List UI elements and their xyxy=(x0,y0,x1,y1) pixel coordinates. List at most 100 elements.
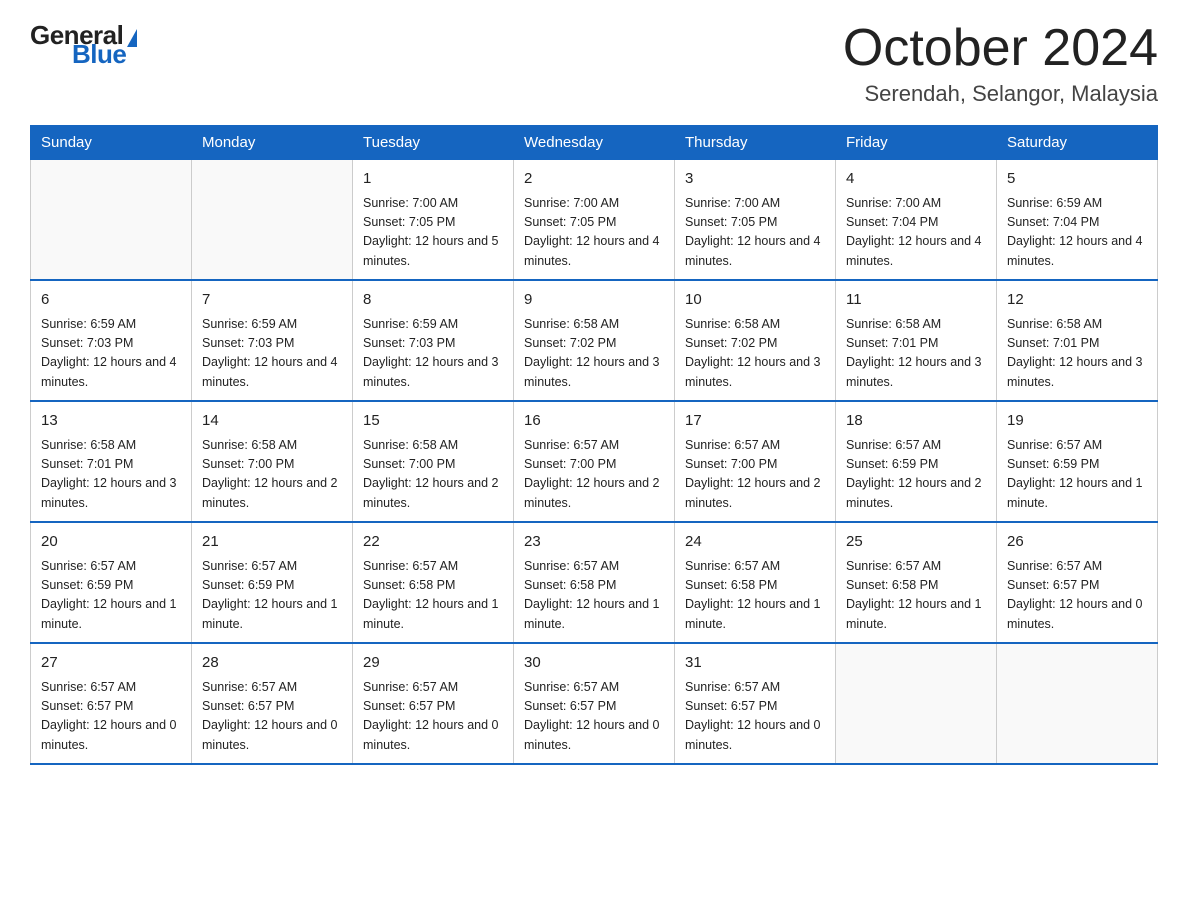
month-title: October 2024 xyxy=(843,20,1158,77)
day-cell: 14 Sunrise: 6:58 AMSunset: 7:00 PMDayligh… xyxy=(192,401,353,522)
day-cell: 6Sunrise: 6:59 AMSunset: 7:03 PMDaylight… xyxy=(31,280,192,401)
day-number: 25 xyxy=(846,531,986,554)
day-number: 30 xyxy=(524,652,664,675)
header-cell-tuesday: Tuesday xyxy=(353,126,514,160)
day-info: Sunrise: 6:59 AMSunset: 7:03 PMDaylight:… xyxy=(202,315,342,393)
day-number: 16 xyxy=(524,410,664,433)
day-cell: 26 Sunrise: 6:57 AMSunset: 6:57 PMDayligh… xyxy=(997,522,1158,643)
day-info: Sunrise: 6:58 AMSunset: 7:01 PMDaylight:… xyxy=(846,315,986,393)
day-cell: 9 Sunrise: 6:58 AMSunset: 7:02 PMDaylight… xyxy=(514,280,675,401)
day-cell: 15 Sunrise: 6:58 AMSunset: 7:00 PMDayligh… xyxy=(353,401,514,522)
day-number: 13 xyxy=(41,410,181,433)
day-info: Sunrise: 6:57 AMSunset: 6:57 PMDaylight:… xyxy=(524,678,664,756)
week-row-5: 27Sunrise: 6:57 AMSunset: 6:57 PMDayligh… xyxy=(31,643,1158,764)
day-cell xyxy=(31,160,192,281)
day-info: Sunrise: 6:57 AMSunset: 6:57 PMDaylight:… xyxy=(202,678,342,756)
day-cell: 8 Sunrise: 6:59 AMSunset: 7:03 PMDaylight… xyxy=(353,280,514,401)
day-cell: 10 Sunrise: 6:58 AMSunset: 7:02 PMDayligh… xyxy=(675,280,836,401)
day-number: 9 xyxy=(524,289,664,312)
day-info: Sunrise: 7:00 AMSunset: 7:05 PMDaylight:… xyxy=(363,194,503,272)
day-number: 2 xyxy=(524,168,664,191)
day-cell: 16Sunrise: 6:57 AMSunset: 7:00 PMDayligh… xyxy=(514,401,675,522)
day-number: 15 xyxy=(363,410,503,433)
day-cell: 19 Sunrise: 6:57 AMSunset: 6:59 PMDayligh… xyxy=(997,401,1158,522)
day-number: 3 xyxy=(685,168,825,191)
day-number: 31 xyxy=(685,652,825,675)
day-number: 19 xyxy=(1007,410,1147,433)
day-cell xyxy=(836,643,997,764)
day-info: Sunrise: 6:58 AMSunset: 7:01 PMDaylight:… xyxy=(1007,315,1147,393)
day-info: Sunrise: 6:57 AMSunset: 6:59 PMDaylight:… xyxy=(41,557,181,635)
day-cell: 17 Sunrise: 6:57 AMSunset: 7:00 PMDayligh… xyxy=(675,401,836,522)
header-cell-monday: Monday xyxy=(192,126,353,160)
day-info: Sunrise: 6:58 AMSunset: 7:01 PMDaylight:… xyxy=(41,436,181,514)
day-info: Sunrise: 7:00 AMSunset: 7:05 PMDaylight:… xyxy=(524,194,664,272)
header: General Blue October 2024 Serendah, Sela… xyxy=(30,20,1158,107)
day-number: 8 xyxy=(363,289,503,312)
day-info: Sunrise: 6:59 AMSunset: 7:03 PMDaylight:… xyxy=(363,315,503,393)
day-number: 7 xyxy=(202,289,342,312)
day-info: Sunrise: 6:57 AMSunset: 6:59 PMDaylight:… xyxy=(1007,436,1147,514)
day-info: Sunrise: 6:57 AMSunset: 6:57 PMDaylight:… xyxy=(41,678,181,756)
day-cell: 29Sunrise: 6:57 AMSunset: 6:57 PMDayligh… xyxy=(353,643,514,764)
day-number: 5 xyxy=(1007,168,1147,191)
day-cell xyxy=(997,643,1158,764)
day-info: Sunrise: 6:57 AMSunset: 6:59 PMDaylight:… xyxy=(846,436,986,514)
week-row-4: 20Sunrise: 6:57 AMSunset: 6:59 PMDayligh… xyxy=(31,522,1158,643)
day-info: Sunrise: 7:00 AMSunset: 7:05 PMDaylight:… xyxy=(685,194,825,272)
header-cell-sunday: Sunday xyxy=(31,126,192,160)
day-cell: 7 Sunrise: 6:59 AMSunset: 7:03 PMDaylight… xyxy=(192,280,353,401)
day-cell: 28 Sunrise: 6:57 AMSunset: 6:57 PMDayligh… xyxy=(192,643,353,764)
day-number: 6 xyxy=(41,289,181,312)
logo-triangle-icon xyxy=(127,29,137,47)
day-cell: 3 Sunrise: 7:00 AMSunset: 7:05 PMDaylight… xyxy=(675,160,836,281)
day-info: Sunrise: 6:57 AMSunset: 6:58 PMDaylight:… xyxy=(363,557,503,635)
header-cell-saturday: Saturday xyxy=(997,126,1158,160)
day-info: Sunrise: 7:00 AMSunset: 7:04 PMDaylight:… xyxy=(846,194,986,272)
day-cell: 24 Sunrise: 6:57 AMSunset: 6:58 PMDayligh… xyxy=(675,522,836,643)
day-info: Sunrise: 6:58 AMSunset: 7:02 PMDaylight:… xyxy=(685,315,825,393)
day-info: Sunrise: 6:58 AMSunset: 7:00 PMDaylight:… xyxy=(363,436,503,514)
day-number: 17 xyxy=(685,410,825,433)
day-number: 14 xyxy=(202,410,342,433)
day-number: 21 xyxy=(202,531,342,554)
day-cell: 12 Sunrise: 6:58 AMSunset: 7:01 PMDayligh… xyxy=(997,280,1158,401)
logo: General Blue xyxy=(30,20,137,70)
day-info: Sunrise: 6:58 AMSunset: 7:02 PMDaylight:… xyxy=(524,315,664,393)
day-cell: 5Sunrise: 6:59 AMSunset: 7:04 PMDaylight… xyxy=(997,160,1158,281)
day-info: Sunrise: 6:57 AMSunset: 6:57 PMDaylight:… xyxy=(685,678,825,756)
day-info: Sunrise: 6:57 AMSunset: 6:59 PMDaylight:… xyxy=(202,557,342,635)
day-number: 23 xyxy=(524,531,664,554)
week-row-2: 6 Sunrise: 6:59 AMSunset: 7:03 PMDaylight… xyxy=(31,280,1158,401)
day-cell: 31 Sunrise: 6:57 AMSunset: 6:57 PMDayligh… xyxy=(675,643,836,764)
day-number: 12 xyxy=(1007,289,1147,312)
day-cell: 21 Sunrise: 6:57 AMSunset: 6:59 PMDayligh… xyxy=(192,522,353,643)
day-info: Sunrise: 6:57 AMSunset: 7:00 PMDaylight:… xyxy=(685,436,825,514)
day-info: Sunrise: 6:57 AMSunset: 6:58 PMDaylight:… xyxy=(685,557,825,635)
day-info: Sunrise: 6:57 AMSunset: 6:58 PMDaylight:… xyxy=(524,557,664,635)
day-cell: 22 Sunrise: 6:57 AMSunset: 6:58 PMDayligh… xyxy=(353,522,514,643)
title-area: October 2024 Serendah, Selangor, Malaysi… xyxy=(843,20,1158,107)
header-cell-wednesday: Wednesday xyxy=(514,126,675,160)
day-info: Sunrise: 6:58 AMSunset: 7:00 PMDaylight:… xyxy=(202,436,342,514)
day-cell xyxy=(192,160,353,281)
day-cell: 25Sunrise: 6:57 AMSunset: 6:58 PMDayligh… xyxy=(836,522,997,643)
day-number: 10 xyxy=(685,289,825,312)
day-number: 11 xyxy=(846,289,986,312)
day-number: 29 xyxy=(363,652,503,675)
day-number: 24 xyxy=(685,531,825,554)
day-number: 22 xyxy=(363,531,503,554)
day-number: 28 xyxy=(202,652,342,675)
day-cell: 13 Sunrise: 6:58 AMSunset: 7:01 PMDayligh… xyxy=(31,401,192,522)
day-number: 1 xyxy=(363,168,503,191)
day-cell: 2 Sunrise: 7:00 AMSunset: 7:05 PMDaylight… xyxy=(514,160,675,281)
day-cell: 18Sunrise: 6:57 AMSunset: 6:59 PMDayligh… xyxy=(836,401,997,522)
day-cell: 20Sunrise: 6:57 AMSunset: 6:59 PMDayligh… xyxy=(31,522,192,643)
day-number: 26 xyxy=(1007,531,1147,554)
header-cell-thursday: Thursday xyxy=(675,126,836,160)
day-cell: 1 Sunrise: 7:00 AMSunset: 7:05 PMDaylight… xyxy=(353,160,514,281)
location-title: Serendah, Selangor, Malaysia xyxy=(843,81,1158,107)
week-row-3: 13 Sunrise: 6:58 AMSunset: 7:01 PMDayligh… xyxy=(31,401,1158,522)
calendar-table: SundayMondayTuesdayWednesdayThursdayFrid… xyxy=(30,125,1158,765)
day-info: Sunrise: 6:57 AMSunset: 6:57 PMDaylight:… xyxy=(1007,557,1147,635)
